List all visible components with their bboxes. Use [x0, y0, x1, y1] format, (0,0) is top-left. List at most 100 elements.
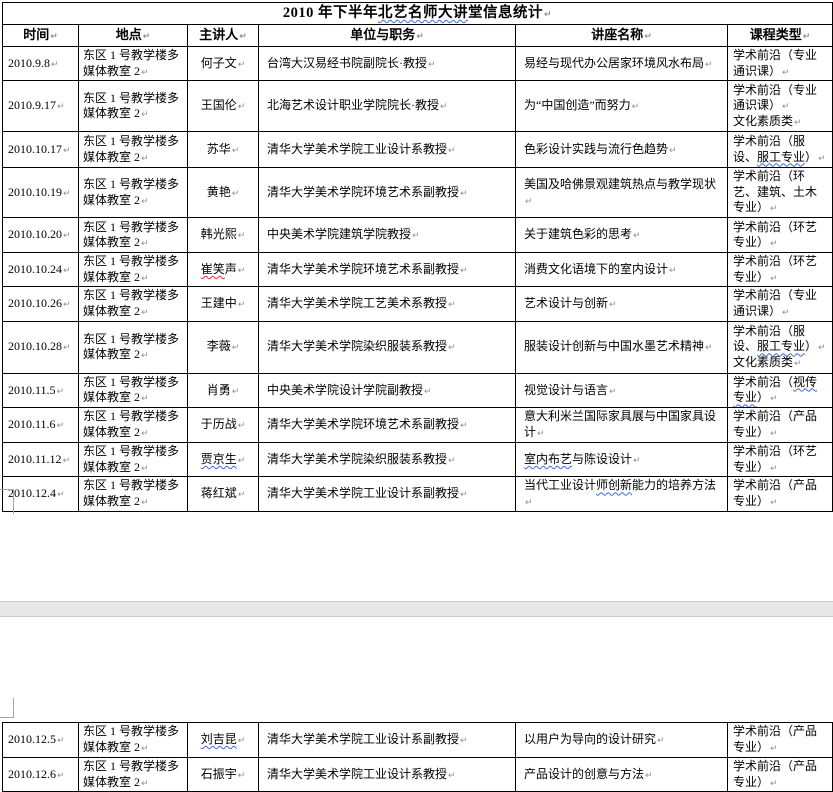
- cell-location[interactable]: 东区 1 号教学楼多媒体教室 2↵: [79, 47, 188, 81]
- text-run: 产品设计的创意与方法: [524, 767, 644, 781]
- cell-course-type[interactable]: 学术前沿（环艺专业）↵: [728, 218, 833, 253]
- page-break-band: [0, 601, 833, 617]
- cell-course-type[interactable]: 学术前沿（环艺专业）↵: [728, 443, 833, 477]
- cell-lecture-name[interactable]: 易经与现代办公居家环境风水布局↵: [516, 47, 728, 81]
- cell-org-title[interactable]: 清华大学美术学院工业设计系副教授↵: [259, 723, 516, 758]
- cell-location[interactable]: 东区 1 号教学楼多媒体教室 2↵: [79, 477, 188, 511]
- cell-speaker[interactable]: 崔笑声↵: [188, 253, 259, 287]
- paragraph-mark-icon: ↵: [705, 343, 713, 353]
- cell-speaker[interactable]: 李薇↵: [188, 321, 259, 373]
- cell-lecture-name[interactable]: 消费文化语境下的室内设计↵: [516, 253, 728, 287]
- cell-time[interactable]: 2010.9.17↵: [3, 81, 79, 132]
- cell-location[interactable]: 东区 1 号教学楼多媒体教室 2↵: [79, 81, 188, 132]
- cell-lecture-name[interactable]: 为“中国创造”而努力↵: [516, 81, 728, 132]
- cell-speaker[interactable]: 黄艳↵: [188, 168, 259, 218]
- cell-location[interactable]: 东区 1 号教学楼多媒体教室 2↵: [79, 253, 188, 287]
- cell-course-type[interactable]: 学术前沿（产品专业）↵: [728, 408, 833, 443]
- cell-time[interactable]: 2010.12.6↵: [3, 758, 79, 792]
- cell-org-title[interactable]: 清华大学美术学院环境艺术系副教授↵: [259, 168, 516, 218]
- cell-org-title[interactable]: 台湾大汉易经书院副院长·教授↵: [259, 47, 516, 81]
- table-row: 2010.12.5↵东区 1 号教学楼多媒体教室 2↵刘吉昆↵清华大学美术学院工…: [3, 723, 833, 758]
- cell-time[interactable]: 2010.10.17↵: [3, 132, 79, 168]
- cell-org-title[interactable]: 清华大学美术学院工艺美术系教授↵: [259, 287, 516, 321]
- cell-location[interactable]: 东区 1 号教学楼多媒体教室 2↵: [79, 321, 188, 373]
- cell-lecture-name[interactable]: 关于建筑色彩的思考↵: [516, 218, 728, 253]
- paragraph-mark-icon: ↵: [448, 300, 456, 310]
- cell-speaker[interactable]: 石振宇↵: [188, 758, 259, 792]
- cell-course-type[interactable]: 学术前沿（环艺、建筑、土木专业）↵: [728, 168, 833, 218]
- cell-location[interactable]: 东区 1 号教学楼多媒体教室 2↵: [79, 132, 188, 168]
- cell-speaker[interactable]: 贾京生↵: [188, 443, 259, 477]
- paragraph-mark-icon: ↵: [57, 771, 65, 781]
- cell-org-title[interactable]: 清华大学美术学院工业设计系教授↵: [259, 758, 516, 792]
- cell-location[interactable]: 东区 1 号教学楼多媒体教室 2↵: [79, 408, 188, 443]
- cell-location[interactable]: 东区 1 号教学楼多媒体教室 2↵: [79, 218, 188, 253]
- column-header-单位与职务[interactable]: 单位与职务↵: [259, 25, 516, 47]
- paragraph-mark-icon: ↵: [448, 771, 456, 781]
- cell-time[interactable]: 2010.10.26↵: [3, 287, 79, 321]
- column-header-课程类型[interactable]: 课程类型↵: [728, 25, 833, 47]
- cell-course-type[interactable]: 学术前沿（专业通识课）↵文化素质类↵: [728, 81, 833, 132]
- column-header-label: 时间: [23, 27, 49, 42]
- cell-lecture-name[interactable]: 室内布艺与陈设设计↵: [516, 443, 728, 477]
- cell-speaker[interactable]: 肖勇↵: [188, 373, 259, 407]
- cell-time[interactable]: 2010.11.12↵: [3, 443, 79, 477]
- column-header-讲座名称[interactable]: 讲座名称↵: [516, 25, 728, 47]
- cell-lecture-name[interactable]: 产品设计的创意与方法↵: [516, 758, 728, 792]
- cell-location[interactable]: 东区 1 号教学楼多媒体教室 2↵: [79, 168, 188, 218]
- cell-speaker[interactable]: 王建中↵: [188, 287, 259, 321]
- cell-lecture-name[interactable]: 意大利米兰国际家具展与中国家具设计↵: [516, 408, 728, 443]
- document-title[interactable]: 2010 年下半年北艺名师大讲堂信息统计↵: [3, 3, 833, 25]
- cell-speaker[interactable]: 蒋红斌↵: [188, 477, 259, 511]
- cell-course-type[interactable]: 学术前沿（服设、服工专业）↵: [728, 132, 833, 168]
- cell-org-title[interactable]: 清华大学美术学院工业设计系教授↵: [259, 132, 516, 168]
- cell-course-type[interactable]: 学术前沿（服设、服工专业）↵文化素质类↵: [728, 321, 833, 373]
- cell-org-title[interactable]: 清华大学美术学院环境艺术系副教授↵: [259, 408, 516, 443]
- cell-time[interactable]: 2010.10.24↵: [3, 253, 79, 287]
- cell-time[interactable]: 2010.11.6↵: [3, 408, 79, 443]
- cell-lecture-name[interactable]: 美国及哈佛景观建筑热点与教学现状↵: [516, 168, 728, 218]
- cell-org-title[interactable]: 清华大学美术学院环境艺术系副教授↵: [259, 253, 516, 287]
- cell-course-type[interactable]: 学术前沿（产品专业）↵: [728, 477, 833, 511]
- cell-lecture-name[interactable]: 以用户为导向的设计研究↵: [516, 723, 728, 758]
- cell-speaker[interactable]: 韩光熙↵: [188, 218, 259, 253]
- cell-org-title[interactable]: 清华大学美术学院染织服装系教授↵: [259, 321, 516, 373]
- paragraph-mark-icon: ↵: [238, 300, 246, 310]
- cell-location[interactable]: 东区 1 号教学楼多媒体教室 2↵: [79, 723, 188, 758]
- cell-course-type[interactable]: 学术前沿（环艺专业）↵: [728, 253, 833, 287]
- cell-org-title[interactable]: 清华大学美术学院工业设计系副教授↵: [259, 477, 516, 511]
- cell-time[interactable]: 2010.10.20↵: [3, 218, 79, 253]
- cell-time[interactable]: 2010.10.19↵: [3, 168, 79, 218]
- cell-speaker[interactable]: 王国伦↵: [188, 81, 259, 132]
- cell-org-title[interactable]: 中央美术学院建筑学院教授↵: [259, 218, 516, 253]
- cell-speaker[interactable]: 何子文↵: [188, 47, 259, 81]
- cell-time[interactable]: 2010.9.8↵: [3, 47, 79, 81]
- cell-location[interactable]: 东区 1 号教学楼多媒体教室 2↵: [79, 443, 188, 477]
- text-run: 北海艺术设计职业学院院长·教授: [267, 98, 439, 112]
- cell-location[interactable]: 东区 1 号教学楼多媒体教室 2↵: [79, 287, 188, 321]
- cell-lecture-name[interactable]: 色彩设计实践与流行色趋势↵: [516, 132, 728, 168]
- cell-time[interactable]: 2010.12.5↵: [3, 723, 79, 758]
- cell-org-title[interactable]: 中央美术学院设计学院副教授↵: [259, 373, 516, 407]
- column-header-地点[interactable]: 地点↵: [79, 25, 188, 47]
- cell-location[interactable]: 东区 1 号教学楼多媒体教室 2↵: [79, 373, 188, 407]
- cell-course-type[interactable]: 学术前沿（专业通识课）↵: [728, 287, 833, 321]
- cell-course-type[interactable]: 学术前沿（产品专业）↵: [728, 758, 833, 792]
- column-header-时间[interactable]: 时间↵: [3, 25, 79, 47]
- cell-lecture-name[interactable]: 视觉设计与语言↵: [516, 373, 728, 407]
- cell-course-type[interactable]: 学术前沿（产品专业）↵: [728, 723, 833, 758]
- cell-speaker[interactable]: 于历战↵: [188, 408, 259, 443]
- cell-course-type[interactable]: 学术前沿（视传专业）↵: [728, 373, 833, 407]
- cell-lecture-name[interactable]: 当代工业设计师创新能力的培养方法↵: [516, 477, 728, 511]
- cell-org-title[interactable]: 清华大学美术学院染织服装系教授↵: [259, 443, 516, 477]
- cell-time[interactable]: 2010.10.28↵: [3, 321, 79, 373]
- cell-org-title[interactable]: 北海艺术设计职业学院院长·教授↵: [259, 81, 516, 132]
- cell-speaker[interactable]: 刘吉昆↵: [188, 723, 259, 758]
- column-header-主讲人[interactable]: 主讲人↵: [188, 25, 259, 47]
- cell-location[interactable]: 东区 1 号教学楼多媒体教室 2↵: [79, 758, 188, 792]
- cell-course-type[interactable]: 学术前沿（专业通识课）↵: [728, 47, 833, 81]
- cell-lecture-name[interactable]: 艺术设计与创新↵: [516, 287, 728, 321]
- cell-time[interactable]: 2010.11.5↵: [3, 373, 79, 407]
- cell-speaker[interactable]: 苏华↵: [188, 132, 259, 168]
- cell-lecture-name[interactable]: 服装设计创新与中国水墨艺术精神↵: [516, 321, 728, 373]
